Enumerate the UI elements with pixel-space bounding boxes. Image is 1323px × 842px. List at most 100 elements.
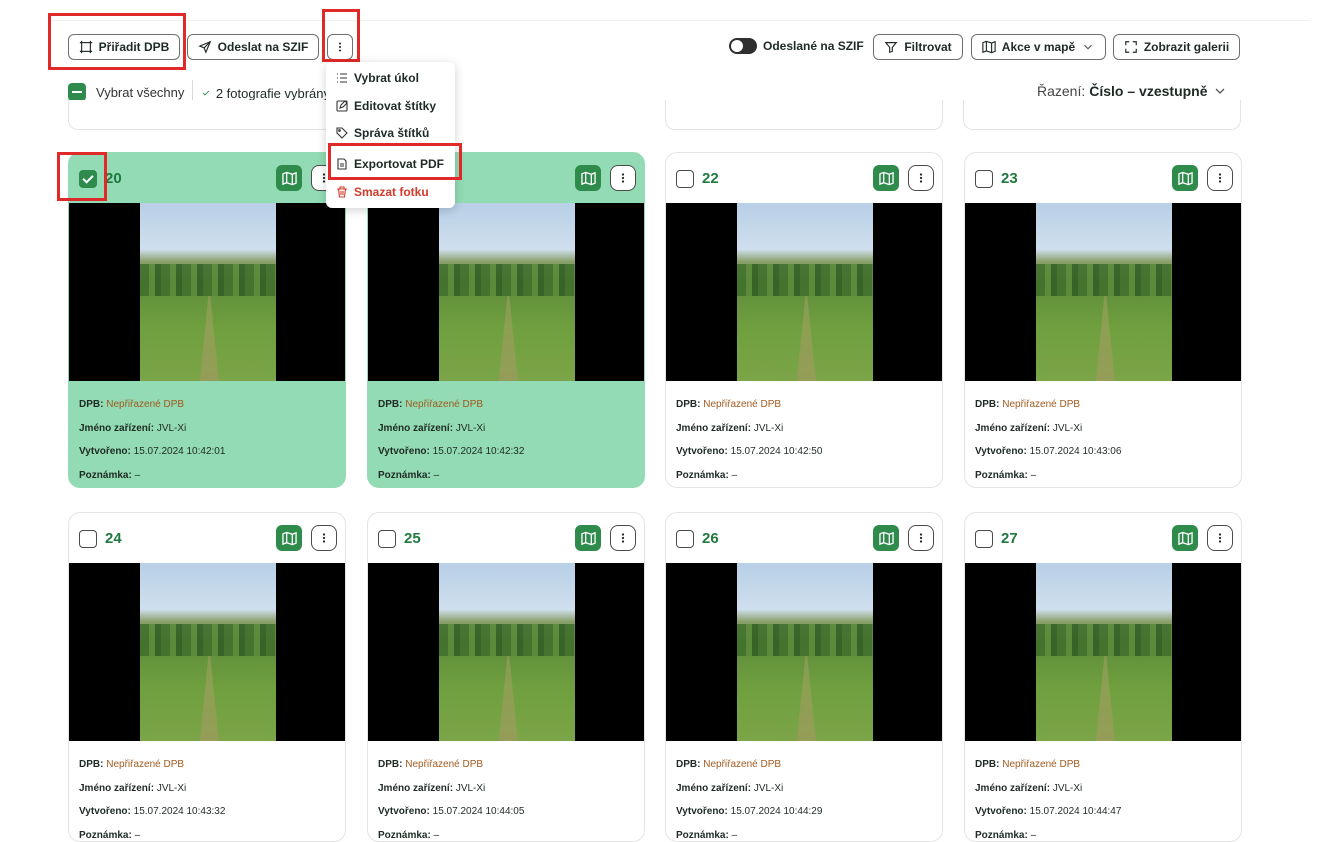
card-number: 24 [105, 530, 122, 547]
menu-item-select-task[interactable]: Vybrat úkol [336, 71, 419, 85]
menu-item-delete-photo[interactable]: Smazat fotku [336, 185, 429, 199]
show-on-map-button[interactable] [873, 525, 899, 551]
meta-dpb: DPB: Nepřiřazené DPB [676, 393, 822, 417]
menu-item-edit-tags[interactable]: Editovat štítky [336, 99, 436, 113]
list-icon [336, 72, 348, 84]
edit-icon [336, 100, 348, 112]
send-szif-button[interactable]: Odeslat na SZIF [187, 34, 319, 60]
send-icon [198, 40, 212, 54]
show-on-map-button[interactable] [575, 165, 601, 191]
field-photo-image [439, 203, 575, 381]
photo-card[interactable]: 24 DPB: Nepřiřazené DPB Jméno zařízení: … [68, 512, 346, 842]
card-photo[interactable] [965, 563, 1242, 741]
meta-created: Vytvořeno: 15.07.2024 10:44:47 [975, 800, 1121, 824]
filter-icon [884, 40, 898, 54]
meta-created: Vytvořeno: 15.07.2024 10:42:50 [676, 440, 822, 464]
photo-card[interactable]: 27 DPB: Nepřiřazené DPB Jméno zařízení: … [964, 512, 1242, 842]
card-checkbox[interactable] [676, 530, 694, 548]
card-metadata: DPB: Nepřiřazené DPB Jméno zařízení: JVL… [975, 393, 1121, 487]
card-photo[interactable] [368, 563, 645, 741]
show-on-map-button[interactable] [873, 165, 899, 191]
assign-dpb-button[interactable]: Přiřadit DPB [68, 34, 180, 60]
field-photo-image [1036, 203, 1172, 381]
map-icon [581, 171, 596, 186]
frame-icon [79, 40, 93, 54]
previous-card-bottom [963, 100, 1241, 130]
card-photo[interactable] [368, 203, 645, 381]
more-vertical-icon [317, 531, 331, 545]
card-checkbox[interactable] [378, 530, 396, 548]
more-actions-button[interactable] [327, 34, 353, 60]
card-checkbox[interactable] [975, 170, 993, 188]
more-vertical-icon [914, 531, 928, 545]
meta-created: Vytvořeno: 15.07.2024 10:43:06 [975, 440, 1121, 464]
photo-card[interactable]: 20 DPB: Nepřiřazené DPB Jméno zařízení: … [68, 152, 346, 488]
sort-prefix: Řazení: [1037, 83, 1085, 99]
card-more-button[interactable] [610, 165, 636, 191]
photo-card[interactable]: 25 DPB: Nepřiřazené DPB Jméno zařízení: … [367, 512, 645, 842]
top-divider [50, 20, 1310, 21]
card-photo[interactable] [965, 203, 1242, 381]
map-icon [1178, 171, 1193, 186]
select-all-checkbox[interactable] [68, 83, 86, 101]
card-more-button[interactable] [908, 165, 934, 191]
more-vertical-icon [1213, 531, 1227, 545]
meta-device: Jméno zařízení: JVL-Xi [975, 417, 1121, 441]
map-icon [1178, 531, 1193, 546]
map-actions-button[interactable]: Akce v mapě [971, 34, 1106, 60]
card-metadata: DPB: Nepřiřazené DPB Jméno zařízení: JVL… [79, 753, 225, 842]
card-photo[interactable] [666, 563, 943, 741]
map-icon [581, 531, 596, 546]
card-metadata: DPB: Nepřiřazené DPB Jméno zařízení: JVL… [378, 393, 524, 487]
more-vertical-icon [1213, 171, 1227, 185]
card-more-button[interactable] [1207, 525, 1233, 551]
show-on-map-button[interactable] [276, 165, 302, 191]
meta-device: Jméno zařízení: JVL-Xi [378, 777, 524, 801]
meta-note: Poznámka: – [975, 824, 1121, 842]
tag-icon [336, 127, 348, 139]
photo-card[interactable]: 26 DPB: Nepřiřazené DPB Jméno zařízení: … [665, 512, 943, 842]
meta-note: Poznámka: – [975, 464, 1121, 488]
menu-item-manage-tags[interactable]: Správa štítků [336, 126, 429, 140]
card-checkbox[interactable] [676, 170, 694, 188]
filter-button[interactable]: Filtrovat [873, 34, 963, 60]
meta-device: Jméno zařízení: JVL-Xi [676, 417, 822, 441]
field-photo-image [140, 203, 276, 381]
show-on-map-button[interactable] [276, 525, 302, 551]
meta-note: Poznámka: – [378, 464, 524, 488]
field-photo-image [140, 563, 276, 741]
card-checkbox[interactable] [975, 530, 993, 548]
assign-dpb-label: Přiřadit DPB [99, 40, 170, 54]
card-number: 27 [1001, 530, 1018, 547]
select-all-label[interactable]: Vybrat všechny [96, 85, 184, 100]
card-more-button[interactable] [610, 525, 636, 551]
card-checkbox[interactable] [79, 530, 97, 548]
card-checkbox[interactable] [79, 170, 97, 188]
show-on-map-button[interactable] [1172, 165, 1198, 191]
menu-item-label: Vybrat úkol [354, 71, 419, 85]
sort-dropdown[interactable]: Řazení: Číslo – vzestupně [1037, 83, 1228, 99]
card-more-button[interactable] [311, 525, 337, 551]
card-photo[interactable] [666, 203, 943, 381]
sort-value: Číslo – vzestupně [1089, 83, 1207, 99]
meta-note: Poznámka: – [676, 464, 822, 488]
show-on-map-button[interactable] [1172, 525, 1198, 551]
menu-item-export-pdf[interactable]: Exportovat PDF [336, 157, 444, 171]
show-on-map-button[interactable] [575, 525, 601, 551]
photo-card[interactable]: 23 DPB: Nepřiřazené DPB Jméno zařízení: … [964, 152, 1242, 488]
sent-szif-toggle[interactable] [729, 38, 757, 54]
card-more-button[interactable] [1207, 165, 1233, 191]
card-more-button[interactable] [908, 525, 934, 551]
meta-dpb: DPB: Nepřiřazené DPB [975, 393, 1121, 417]
map-icon [282, 171, 297, 186]
card-photo[interactable] [69, 203, 346, 381]
photo-card[interactable]: 22 DPB: Nepřiřazené DPB Jméno zařízení: … [665, 152, 943, 488]
field-photo-image [737, 563, 873, 741]
show-gallery-button[interactable]: Zobrazit galerii [1113, 34, 1240, 60]
card-photo[interactable] [69, 563, 346, 741]
meta-dpb: DPB: Nepřiřazené DPB [79, 393, 225, 417]
card-number: 20 [105, 170, 122, 187]
menu-item-label: Editovat štítky [354, 99, 436, 113]
trash-icon [336, 186, 348, 198]
card-number: 25 [404, 530, 421, 547]
